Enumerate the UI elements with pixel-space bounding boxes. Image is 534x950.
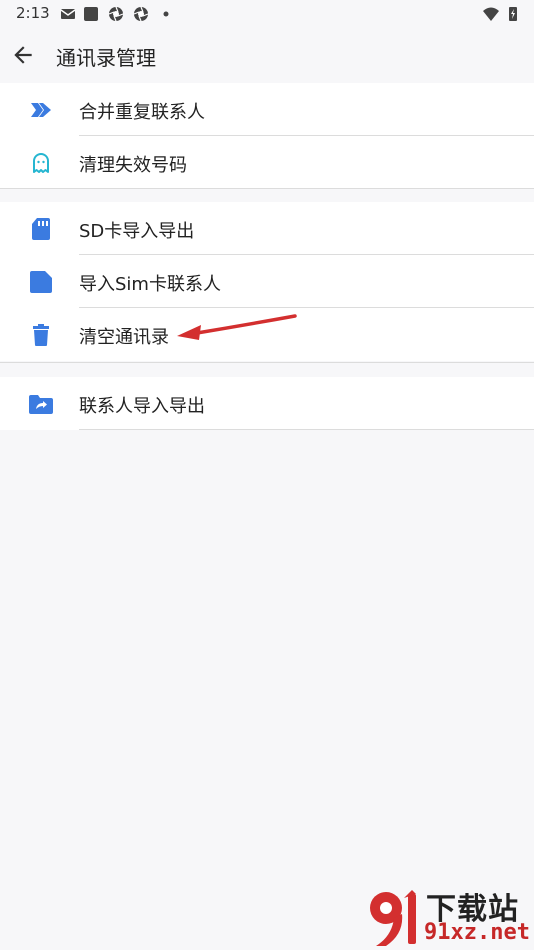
sd-card-icon [32, 218, 50, 240]
trash-icon [33, 324, 49, 346]
wifi-icon [483, 7, 499, 21]
clear-contacts-label: 清空通讯录 [79, 327, 169, 348]
section-cleanup: 合并重复联系人 清理失效号码 [0, 83, 534, 189]
clean-invalid-numbers-label: 清理失效号码 [79, 155, 187, 176]
sim-card-icon [30, 271, 52, 293]
watermark: 下载站 91xz.net [364, 882, 534, 950]
app-bar: 通讯录管理 [0, 28, 534, 84]
mail-icon [60, 9, 76, 19]
screen: 2:13 通讯录管理 合并重复联系人 清理失效号码 SD卡导入导出 导入Sim卡… [0, 0, 534, 950]
watermark-url: 91xz.net [424, 920, 530, 945]
clean-invalid-numbers-item[interactable]: 清理失效号码 [0, 136, 534, 189]
page-title: 通讯录管理 [56, 46, 156, 70]
divider [79, 429, 534, 430]
annotation-arrow [177, 314, 297, 340]
status-time: 2:13 [16, 4, 50, 22]
section-divider [0, 362, 534, 363]
section-divider [0, 188, 534, 189]
dot-icon [163, 11, 169, 17]
sim-import-label: 导入Sim卡联系人 [79, 274, 221, 295]
section-transfer: 联系人导入导出 [0, 377, 534, 430]
aperture-icon [108, 6, 124, 22]
arrow-left-icon[interactable] [10, 42, 36, 68]
sd-import-export-item[interactable]: SD卡导入导出 [0, 202, 534, 255]
sd-import-export-label: SD卡导入导出 [79, 221, 195, 242]
battery-icon [509, 7, 517, 21]
merge-duplicates-label: 合并重复联系人 [79, 102, 205, 123]
contacts-import-export-item[interactable]: 联系人导入导出 [0, 377, 534, 430]
status-bar: 2:13 [0, 0, 534, 28]
merge-icon [31, 103, 51, 117]
square-icon [84, 7, 98, 21]
watermark-logo-icon [370, 890, 416, 946]
merge-duplicates-item[interactable]: 合并重复联系人 [0, 83, 534, 136]
aperture-icon [133, 6, 149, 22]
sim-import-item[interactable]: 导入Sim卡联系人 [0, 255, 534, 308]
ghost-icon [33, 153, 49, 173]
folder-share-icon [29, 395, 53, 414]
contacts-import-export-label: 联系人导入导出 [79, 396, 205, 417]
